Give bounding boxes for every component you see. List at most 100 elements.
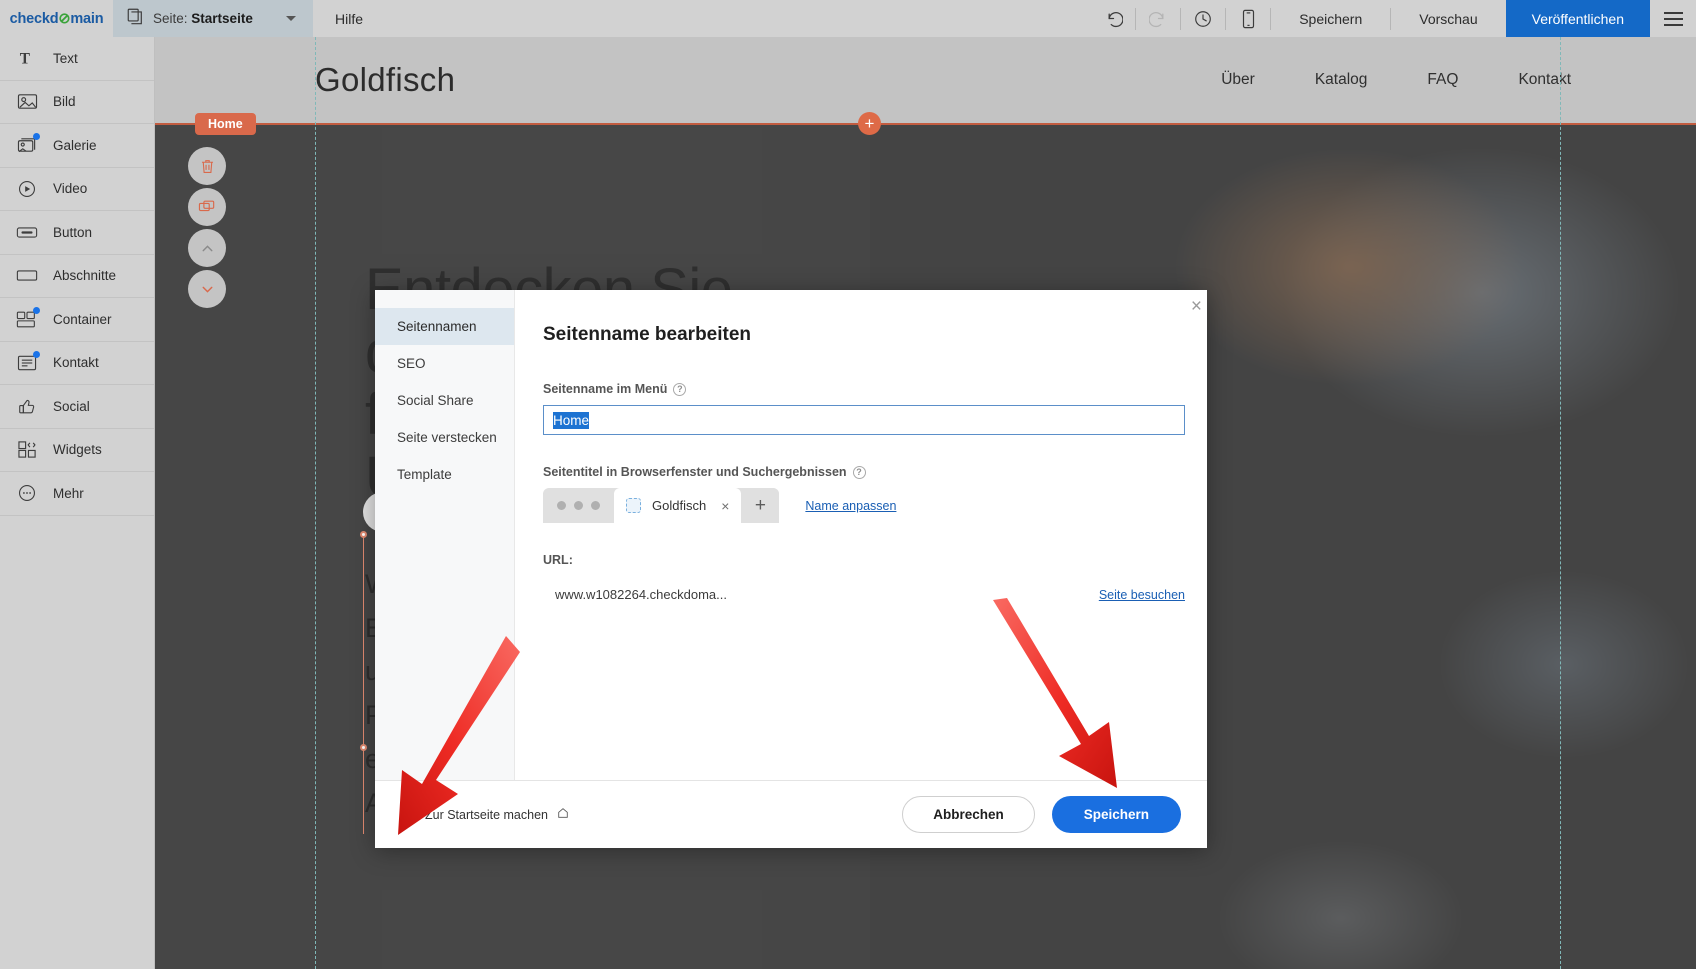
text-icon: T <box>15 46 39 70</box>
sidebar-item-widgets[interactable]: Widgets <box>0 429 154 473</box>
redo-button[interactable] <box>1136 0 1180 37</box>
set-as-homepage-checkbox[interactable]: ✓ Zur Startseite machen <box>401 806 569 824</box>
window-controls-dots <box>543 488 614 523</box>
hamburger-menu-icon[interactable] <box>1650 0 1696 37</box>
video-icon <box>15 177 39 201</box>
site-logo[interactable]: Goldfisch <box>315 61 455 99</box>
new-tab-plus-icon[interactable]: + <box>741 488 779 523</box>
sidebar-label: Text <box>53 51 78 66</box>
top-toolbar: checkd⊘main Seite: Startseite Hilfe <box>0 0 1696 37</box>
container-icon <box>15 307 39 331</box>
gallery-icon <box>15 133 39 157</box>
site-nav-faq[interactable]: FAQ <box>1427 71 1458 89</box>
sidebar-label: Container <box>53 312 112 327</box>
sidebar-label: Abschnitte <box>53 268 116 283</box>
menu-name-label-text: Seitenname im Menü <box>543 382 667 396</box>
publish-button[interactable]: Veröffentlichen <box>1506 0 1650 37</box>
delete-section-button[interactable] <box>188 147 226 185</box>
sidebar-item-galerie[interactable]: Galerie <box>0 124 154 168</box>
sidebar-label: Mehr <box>53 486 84 501</box>
move-section-down-button[interactable] <box>188 270 226 308</box>
visit-page-link[interactable]: Seite besuchen <box>1099 588 1185 602</box>
site-nav-katalog[interactable]: Katalog <box>1315 71 1368 89</box>
sidebar-label: Widgets <box>53 442 102 457</box>
dialog-footer: ✓ Zur Startseite machen Abbrechen Speich… <box>375 780 1207 848</box>
sidebar-label: Kontakt <box>53 355 99 370</box>
sidebar-item-container[interactable]: Container <box>0 298 154 342</box>
browser-title-label-text: Seitentitel in Browserfenster und Sucher… <box>543 465 847 479</box>
preview-button[interactable]: Vorschau <box>1391 0 1505 37</box>
duplicate-section-button[interactable] <box>188 188 226 226</box>
dialog-tab-social-share[interactable]: Social Share <box>375 382 514 419</box>
favicon-placeholder-icon <box>626 498 641 513</box>
site-header: Goldfisch Über Katalog FAQ Kontakt <box>155 37 1696 123</box>
dialog-tab-seo[interactable]: SEO <box>375 345 514 382</box>
question-mark-icon[interactable]: ? <box>673 383 686 396</box>
help-button[interactable]: Hilfe <box>313 0 385 37</box>
tab-close-icon[interactable]: × <box>721 498 729 514</box>
menu-name-label: Seitenname im Menü ? <box>543 382 1185 396</box>
sidebar-item-text[interactable]: T Text <box>0 37 154 81</box>
sidebar-label: Button <box>53 225 92 240</box>
rename-link[interactable]: Name anpassen <box>805 499 896 513</box>
preview-tab[interactable]: Goldfisch × <box>614 488 741 523</box>
history-button[interactable] <box>1181 0 1225 37</box>
save-dialog-button[interactable]: Speichern <box>1052 796 1181 833</box>
dialog-tab-seite-verstecken[interactable]: Seite verstecken <box>375 419 514 456</box>
more-dots-icon <box>15 481 39 505</box>
sidebar-item-bild[interactable]: Bild <box>0 81 154 125</box>
dialog-tab-seitennamen[interactable]: Seitennamen <box>375 308 514 345</box>
sections-icon <box>15 264 39 288</box>
layout-guide-left <box>315 37 316 969</box>
browser-tab-preview: Goldfisch × + Name anpassen <box>543 488 1185 523</box>
sidebar-item-social[interactable]: Social <box>0 385 154 429</box>
dialog-sidebar-nav: Seitennamen SEO Social Share Seite verst… <box>375 290 515 780</box>
sidebar-item-kontakt[interactable]: Kontakt <box>0 342 154 386</box>
sidebar-item-button[interactable]: Button <box>0 211 154 255</box>
svg-text:T: T <box>20 51 30 68</box>
checkdomain-logo[interactable]: checkd⊘main <box>0 0 113 37</box>
site-nav-ueber[interactable]: Über <box>1221 71 1255 89</box>
new-badge-dot <box>33 351 40 358</box>
page-name-input-value: Home <box>553 412 589 429</box>
browser-title-label: Seitentitel in Browserfenster und Sucher… <box>543 465 1185 479</box>
close-icon[interactable]: × <box>1191 297 1202 316</box>
sidebar-item-mehr[interactable]: Mehr <box>0 472 154 516</box>
move-section-up-button[interactable] <box>188 229 226 267</box>
brand-text-post: main <box>70 11 103 27</box>
sidebar-item-video[interactable]: Video <box>0 168 154 212</box>
button-icon <box>15 220 39 244</box>
url-row: www.w1082264.checkdoma... Seite besuchen <box>543 587 1185 602</box>
sidebar-item-abschnitte[interactable]: Abschnitte <box>0 255 154 299</box>
widgets-icon <box>15 438 39 462</box>
selection-handle-bottom[interactable] <box>360 744 367 751</box>
mobile-preview-button[interactable] <box>1226 0 1270 37</box>
home-outline-icon <box>557 806 569 824</box>
page-selector[interactable]: Seite: Startseite <box>113 0 313 37</box>
cancel-button[interactable]: Abbrechen <box>902 796 1035 833</box>
page-name-input[interactable]: Home <box>543 405 1185 435</box>
dialog-body: Seitennamen SEO Social Share Seite verst… <box>375 290 1207 780</box>
brand-ring-icon: ⊘ <box>58 11 70 27</box>
element-selection-rail <box>363 534 364 834</box>
url-value: www.w1082264.checkdoma... <box>543 587 727 602</box>
undo-button[interactable] <box>1091 0 1135 37</box>
left-sidebar: T Text Bild Galerie <box>0 37 155 969</box>
thumbsup-icon <box>15 394 39 418</box>
site-nav: Über Katalog FAQ Kontakt <box>1221 71 1571 89</box>
save-button[interactable]: Speichern <box>1271 0 1390 37</box>
new-badge-dot <box>33 307 40 314</box>
sidebar-label: Social <box>53 399 90 414</box>
selection-handle-top[interactable] <box>360 531 367 538</box>
question-mark-icon[interactable]: ? <box>853 466 866 479</box>
new-badge-dot <box>33 133 40 140</box>
preview-tab-title: Goldfisch <box>652 498 706 513</box>
site-nav-kontakt[interactable]: Kontakt <box>1518 71 1571 89</box>
checkbox-label: Zur Startseite machen <box>425 808 548 822</box>
add-section-button[interactable]: + <box>858 112 881 135</box>
brand-text-pre: checkd <box>10 11 59 27</box>
section-label-home[interactable]: Home <box>195 113 256 135</box>
dialog-tab-template[interactable]: Template <box>375 456 514 493</box>
contact-icon <box>15 351 39 375</box>
sidebar-label: Bild <box>53 94 76 109</box>
